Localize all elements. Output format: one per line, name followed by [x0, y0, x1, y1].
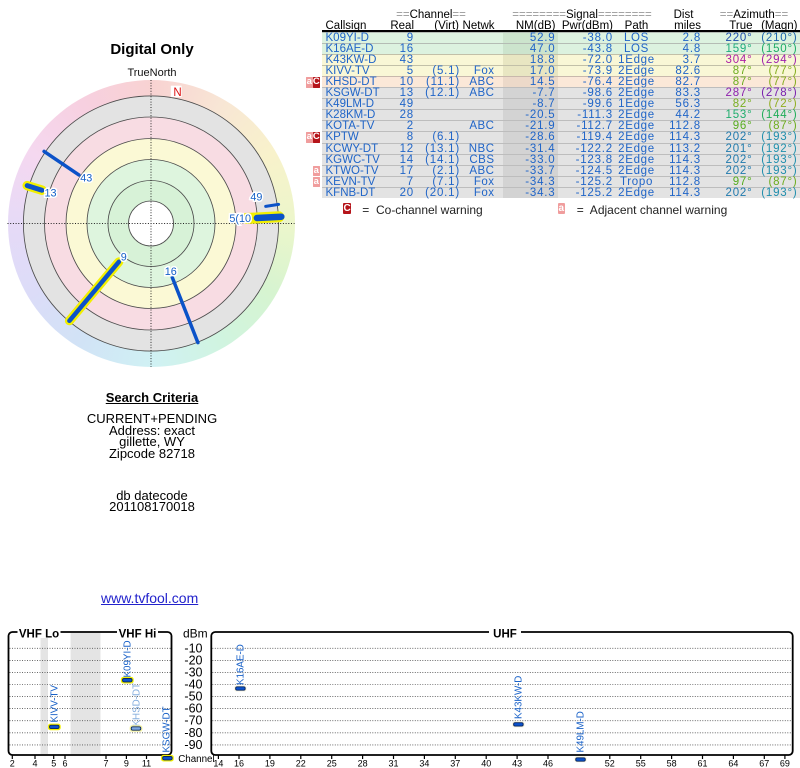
svg-text:69: 69 — [780, 759, 790, 768]
svg-text:5: 5 — [51, 759, 56, 768]
svg-text:4: 4 — [32, 759, 37, 768]
svg-text:64: 64 — [728, 759, 738, 768]
svg-text:52: 52 — [605, 759, 615, 768]
svg-text:43: 43 — [80, 173, 92, 185]
svg-text:VHF Lo: VHF Lo — [19, 629, 59, 641]
svg-text:K16AE-D: K16AE-D — [236, 644, 247, 685]
svg-text:9: 9 — [124, 759, 129, 768]
svg-text:14: 14 — [213, 759, 223, 768]
svg-text:49: 49 — [250, 192, 262, 204]
svg-text:K49LM-D: K49LM-D — [576, 711, 587, 752]
svg-text:UHF: UHF — [493, 629, 517, 641]
svg-text:KSGW-DT: KSGW-DT — [162, 706, 173, 752]
svg-text:34: 34 — [419, 759, 429, 768]
svg-text:dBm: dBm — [183, 627, 208, 641]
svg-text:40: 40 — [481, 759, 491, 768]
svg-text:25: 25 — [327, 759, 337, 768]
svg-text:9: 9 — [121, 252, 127, 264]
svg-text:19: 19 — [265, 759, 275, 768]
svg-text:46: 46 — [543, 759, 553, 768]
svg-text:7: 7 — [103, 759, 108, 768]
svg-text:58: 58 — [667, 759, 677, 768]
svg-text:22: 22 — [296, 759, 306, 768]
svg-text:67: 67 — [759, 759, 769, 768]
svg-text:6: 6 — [62, 759, 67, 768]
svg-text:31: 31 — [388, 759, 398, 768]
svg-text:16: 16 — [234, 759, 244, 768]
svg-text:16: 16 — [165, 266, 177, 278]
svg-text:KIVV-TV: KIVV-TV — [50, 684, 61, 722]
svg-text:11: 11 — [142, 759, 151, 768]
svg-text:N: N — [173, 87, 181, 99]
svg-text:-90: -90 — [184, 738, 202, 752]
svg-text:VHF Hi: VHF Hi — [119, 629, 157, 641]
svg-text:28: 28 — [358, 759, 368, 768]
svg-text:13: 13 — [44, 188, 56, 200]
svg-text:43: 43 — [512, 759, 522, 768]
svg-text:37: 37 — [450, 759, 460, 768]
svg-text:61: 61 — [697, 759, 707, 768]
svg-text:K09YI-D: K09YI-D — [123, 640, 134, 677]
svg-text:KHSD-DT: KHSD-DT — [131, 683, 142, 727]
svg-text:Channel: Channel — [178, 754, 215, 765]
svg-text:5(10: 5(10 — [229, 213, 251, 225]
svg-text:2: 2 — [10, 759, 15, 768]
svg-text:K43KW-D: K43KW-D — [514, 676, 525, 719]
svg-text:55: 55 — [636, 759, 646, 768]
